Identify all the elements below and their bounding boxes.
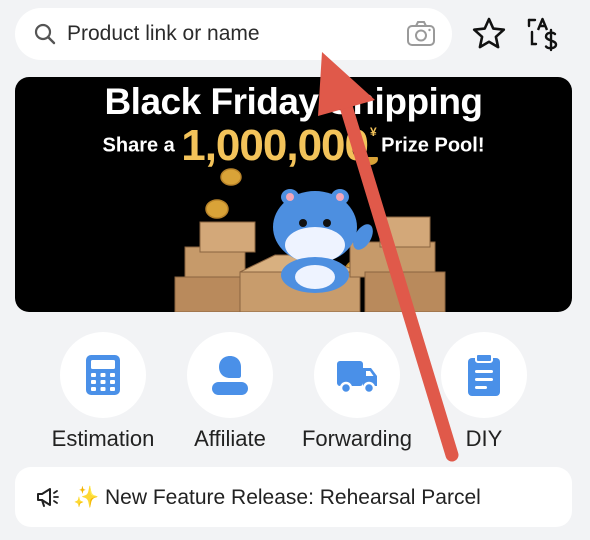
- currency-translate-icon[interactable]: [525, 16, 561, 52]
- search-bar[interactable]: Product link or name: [15, 8, 452, 60]
- banner-sub-suffix: Prize Pool!: [381, 134, 485, 157]
- quick-action-estimation[interactable]: Estimation: [38, 332, 168, 457]
- banner-currency-mark: ¥: [369, 125, 377, 139]
- quick-action-forwarding[interactable]: Forwarding: [292, 332, 422, 457]
- clipboard-icon: [468, 353, 500, 396]
- quick-action-diy[interactable]: DIY: [419, 332, 549, 457]
- search-icon: [34, 23, 56, 45]
- search-placeholder[interactable]: Product link or name: [67, 22, 260, 46]
- camera-icon[interactable]: [406, 20, 436, 48]
- quick-action-circle: [60, 332, 146, 418]
- quick-action-circle: [187, 332, 273, 418]
- calculator-icon: [86, 355, 120, 395]
- truck-icon: [337, 361, 377, 395]
- megaphone-icon: [37, 488, 59, 507]
- hippo-boxes-illustration: [174, 157, 446, 312]
- promo-banner[interactable]: Black Friday Shipping Share a 1,000,000 ¥…: [15, 77, 572, 312]
- quick-action-affiliate[interactable]: Affiliate: [165, 332, 295, 457]
- star-icon[interactable]: [471, 16, 507, 52]
- banner-sub-prefix: Share a: [102, 134, 175, 157]
- quick-action-circle: [314, 332, 400, 418]
- person-icon: [212, 356, 248, 395]
- quick-action-circle: [441, 332, 527, 418]
- quick-action-label: DIY: [465, 426, 503, 451]
- announcement-text[interactable]: ✨ New Feature Release: Rehearsal Parcel: [73, 486, 481, 510]
- announcement-bar[interactable]: ✨ New Feature Release: Rehearsal Parcel: [15, 467, 572, 527]
- banner-title: Black Friday Shipping: [104, 81, 483, 122]
